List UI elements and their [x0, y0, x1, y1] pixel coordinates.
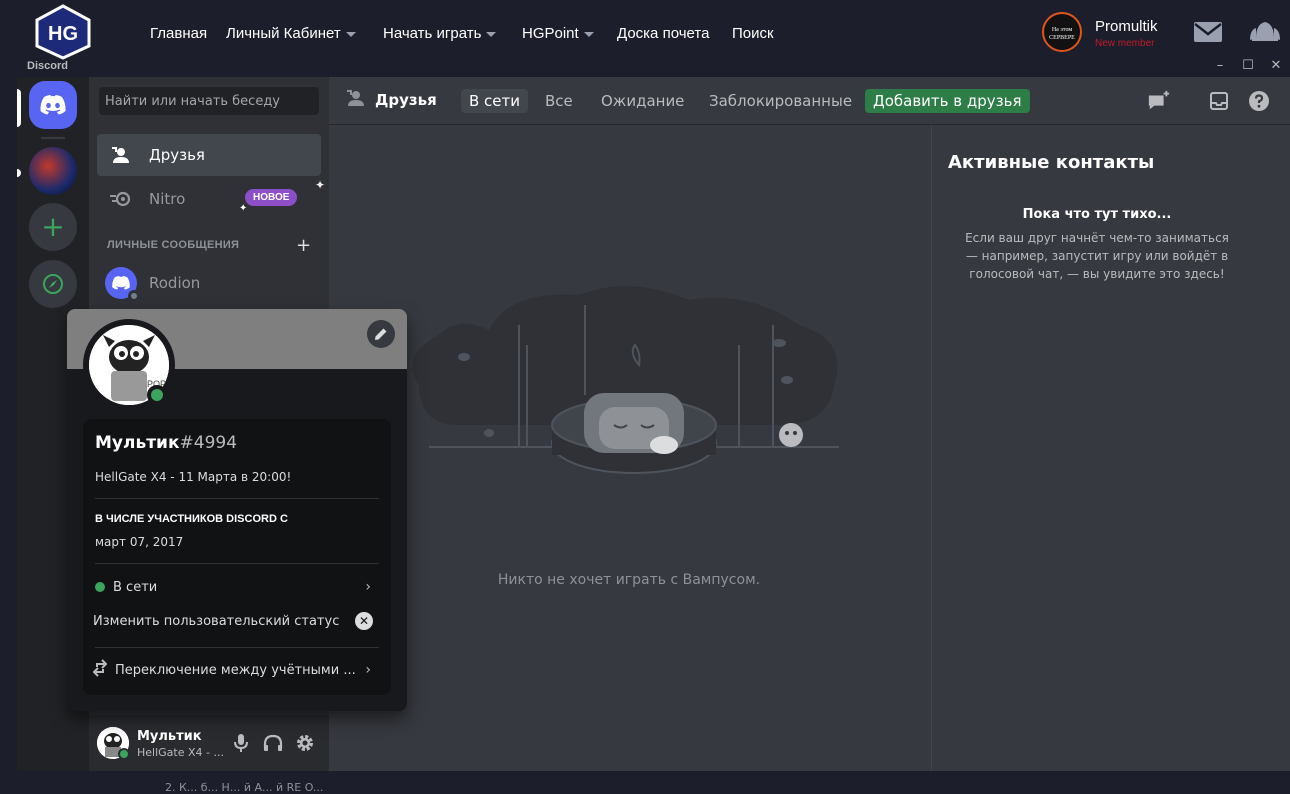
- sidebar-item-label: Друзья: [149, 146, 205, 164]
- explore-servers-button[interactable]: [29, 260, 77, 308]
- site-header: HG Главная Личный Кабинет Начать играть …: [0, 0, 1290, 60]
- new-group-dm-icon[interactable]: [1147, 89, 1171, 113]
- sparkle-icon: ✦: [315, 178, 326, 192]
- change-custom-status[interactable]: Изменить пользовательский статус ✕: [91, 607, 383, 635]
- profile-custom-status: HellGate X4 - 11 Марта в 20:00!: [95, 470, 292, 484]
- profile-username: Мультик#4994: [95, 433, 238, 453]
- background-page-strip: 2. К... б... Н... й А... й RE O...: [0, 771, 1290, 794]
- profile-popout: POP Мультик#4994 HellGate X4 - 11 Марта …: [67, 309, 407, 711]
- edit-profile-button[interactable]: [367, 320, 395, 348]
- caret-down-icon: [486, 31, 497, 37]
- panel-username: Мультик: [137, 729, 202, 744]
- maximize-button[interactable]: ☐: [1234, 58, 1262, 76]
- switch-accounts-icon: [92, 659, 108, 681]
- search-input[interactable]: [99, 87, 319, 115]
- active-now-pane: Активные контакты Пока что тут тихо... Е…: [931, 125, 1290, 771]
- empty-title: Пока что тут тихо...: [1022, 207, 1172, 222]
- nav-honor-board[interactable]: Доска почета: [617, 25, 709, 42]
- member-since-title: В ЧИСЛЕ УЧАСТНИКОВ DISCORD С: [95, 513, 288, 525]
- dm-name: Rodion: [149, 274, 201, 292]
- chevron-right-icon: ›: [365, 662, 371, 678]
- caret-down-icon: [345, 31, 356, 37]
- rail-separator: [41, 137, 65, 139]
- top-bar: Друзья В сети Все Ожидание Заблокированн…: [329, 77, 1290, 125]
- chevron-right-icon: ›: [365, 579, 371, 595]
- background-text: 2. К... б... Н... й А... й RE O...: [165, 781, 324, 794]
- sidebar-item-friends[interactable]: Друзья: [97, 134, 321, 176]
- clear-status-icon[interactable]: ✕: [355, 612, 373, 630]
- divider: [95, 498, 379, 499]
- sidebar-item-label: Nitro: [149, 190, 186, 208]
- nav-hgpoint[interactable]: HGPoint: [522, 25, 594, 42]
- empty-state-text: Никто не хочет играть с Вампусом.: [497, 572, 761, 588]
- window-title: Discord: [27, 60, 68, 72]
- user-name[interactable]: Promultik: [1095, 18, 1158, 35]
- pencil-icon: [375, 328, 387, 340]
- tab-pending[interactable]: Ожидание: [593, 89, 692, 113]
- settings-gear-icon[interactable]: [295, 733, 315, 753]
- active-now-title: Активные контакты: [948, 152, 1155, 173]
- wumpus-illustration: [412, 286, 839, 474]
- friends-empty-state: Никто не хочет играть с Вампусом.: [329, 125, 932, 771]
- empty-description: Если ваш друг начнёт чем-то заниматься —…: [965, 231, 1229, 281]
- compass-icon: [43, 274, 63, 294]
- server-icon[interactable]: [29, 147, 77, 195]
- member-since-date: март 07, 2017: [95, 535, 184, 549]
- offline-status-icon: [128, 290, 140, 302]
- unread-indicator: [17, 169, 21, 177]
- avatar: [105, 267, 140, 302]
- tab-blocked[interactable]: Заблокированные: [701, 89, 860, 113]
- nav-home[interactable]: Главная: [150, 25, 207, 42]
- bell-icon[interactable]: [1246, 16, 1284, 46]
- panel-custom-status: HellGate X4 - ...: [137, 746, 224, 759]
- caret-down-icon: [583, 31, 594, 37]
- nav-account[interactable]: Личный Кабинет: [226, 25, 356, 42]
- mail-icon[interactable]: [1193, 20, 1223, 44]
- add-server-button[interactable]: +: [29, 203, 77, 251]
- user-avatar-badge[interactable]: На этом СЕРВЕРЕ: [1042, 12, 1082, 52]
- hg-logo[interactable]: HG: [33, 4, 93, 60]
- user-panel: Мультик HellGate X4 - ...: [89, 715, 329, 771]
- minimize-button[interactable]: –: [1206, 58, 1234, 76]
- user-role: New member: [1095, 38, 1155, 49]
- divider: [95, 563, 379, 564]
- microphone-icon[interactable]: [231, 733, 251, 753]
- friends-icon: [345, 89, 367, 111]
- help-icon[interactable]: [1247, 89, 1271, 113]
- window-controls: – ☐ ✕: [1206, 58, 1290, 76]
- home-button[interactable]: [29, 81, 77, 129]
- friends-icon: [109, 143, 133, 167]
- create-dm-button[interactable]: +: [296, 235, 311, 256]
- tab-online[interactable]: В сети: [461, 89, 529, 113]
- dm-section-header: ЛИЧНЫЕ СООБЩЕНИЯ: [107, 239, 240, 251]
- selected-indicator: [17, 89, 21, 127]
- switch-accounts[interactable]: Переключение между учётными ... ›: [91, 656, 383, 684]
- new-badge: НОВОЕ: [245, 189, 298, 206]
- headphones-icon[interactable]: [263, 733, 283, 753]
- profile-card: Мультик#4994 HellGate X4 - 11 Марта в 20…: [83, 419, 391, 695]
- divider: [95, 647, 379, 648]
- discord-logo-icon: [112, 276, 130, 290]
- page-title: Друзья: [345, 89, 437, 111]
- inbox-icon[interactable]: [1207, 89, 1231, 113]
- online-status-icon: [95, 582, 105, 592]
- discord-logo-icon: [40, 95, 66, 115]
- nav-start-playing[interactable]: Начать играть: [383, 25, 497, 42]
- dm-item-rodion[interactable]: Rodion: [105, 267, 201, 302]
- sparkle-icon: ✦: [239, 203, 248, 214]
- status-selector[interactable]: В сети ›: [91, 573, 383, 601]
- close-button[interactable]: ✕: [1262, 58, 1290, 76]
- nav-search[interactable]: Поиск: [732, 25, 774, 42]
- add-friend-button[interactable]: Добавить в друзья: [865, 89, 1030, 113]
- svg-text:HG: HG: [48, 23, 78, 45]
- nitro-icon: [109, 187, 133, 211]
- online-status-icon: [147, 385, 167, 405]
- tab-all[interactable]: Все: [537, 89, 581, 113]
- online-status-icon: [118, 748, 130, 760]
